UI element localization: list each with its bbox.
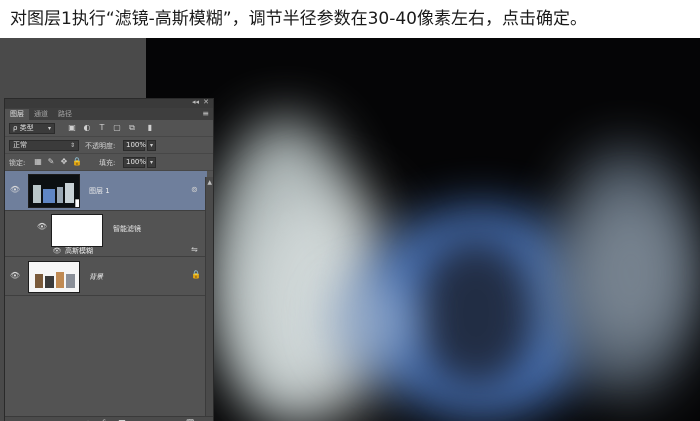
document-canvas[interactable] xyxy=(146,38,700,421)
panel-title-bar[interactable]: ◂◂ ✕ xyxy=(5,98,213,108)
panel-menu-icon[interactable]: ≡ xyxy=(202,109,209,118)
lock-label: 锁定: xyxy=(9,159,26,167)
opacity-dropdown-icon[interactable]: ▾ xyxy=(147,140,156,151)
filter-mask-thumbnail[interactable] xyxy=(51,214,103,247)
layer-row-smart-filters[interactable]: 👁 智能滤镜 👁 高斯模糊 ⇋ xyxy=(5,212,207,257)
filter-row: ρ 类型 ▾ ▣ ◐ T ▢ ⧉ ▮ xyxy=(5,120,213,137)
scroll-up-icon[interactable]: ▲ xyxy=(207,179,212,186)
panel-bottom-toolbar: ⊝ fx ◙ ◑ ▬ ▭ 🗑 xyxy=(5,416,213,421)
chevron-updown-icon: ⇕ xyxy=(69,142,75,149)
type-filter-icon[interactable]: T xyxy=(97,123,107,133)
blurred-shape-dark xyxy=(416,238,536,388)
lock-transparent-icon[interactable]: ▦ xyxy=(33,157,43,167)
photoshop-workspace: ◂◂ ✕ 图层 通道 路径 ≡ ρ 类型 ▾ ▣ ◐ T ▢ ⧉ ▮ 正常 ⇕ xyxy=(0,38,700,421)
lock-icon: 🔒 xyxy=(191,270,201,279)
eye-icon[interactable]: 👁 xyxy=(9,271,21,281)
smart-object-badge-icon: ⊚ xyxy=(191,185,198,194)
gaussian-blur-name[interactable]: 高斯模糊 xyxy=(65,246,93,256)
layer-row-background[interactable]: 👁 背景 🔒 xyxy=(5,258,207,296)
smart-object-filter-icon[interactable]: ⧉ xyxy=(127,123,137,133)
blend-mode-select[interactable]: 正常 ⇕ xyxy=(9,140,79,151)
tab-paths[interactable]: 路径 xyxy=(53,109,77,120)
smart-filters-name[interactable]: 智能滤镜 xyxy=(113,224,141,234)
pixel-filter-icon[interactable]: ▣ xyxy=(67,123,77,133)
layers-panel: ◂◂ ✕ 图层 通道 路径 ≡ ρ 类型 ▾ ▣ ◐ T ▢ ⧉ ▮ 正常 ⇕ xyxy=(4,98,214,421)
opacity-input[interactable]: 100% xyxy=(123,140,146,151)
blurred-shape-right-light xyxy=(576,198,686,348)
adjustment-filter-icon[interactable]: ◐ xyxy=(82,123,92,133)
eye-icon[interactable]: 👁 xyxy=(9,185,21,195)
fill-label: 填充: xyxy=(99,159,116,167)
lock-position-icon[interactable]: ✥ xyxy=(59,157,69,167)
opacity-label: 不透明度: xyxy=(85,142,116,150)
fill-dropdown-icon[interactable]: ▾ xyxy=(147,157,156,168)
fill-input[interactable]: 100% xyxy=(123,157,146,168)
tab-layers[interactable]: 图层 xyxy=(5,109,29,120)
tab-channels[interactable]: 通道 xyxy=(29,109,53,120)
tutorial-caption: 对图层1执行“滤镜-高斯模糊”，调节半径参数在30-40像素左右，点击确定。 xyxy=(0,0,700,38)
close-icon[interactable]: ✕ xyxy=(203,98,209,106)
layer1-thumbnail-art xyxy=(33,183,79,207)
layer1-name[interactable]: 图层 1 xyxy=(89,186,110,196)
layer-row-layer1[interactable]: 👁 图层 1 ⊚ xyxy=(5,171,207,211)
lock-row: 锁定: ▦ ✎ ✥ 🔒 填充: 100% ▾ xyxy=(5,154,213,171)
collapse-icon[interactable]: ◂◂ xyxy=(192,98,199,106)
lock-image-icon[interactable]: ✎ xyxy=(46,157,56,167)
blurred-shape-mid xyxy=(326,278,416,368)
filter-options-icon[interactable]: ⇋ xyxy=(191,245,198,254)
blend-row: 正常 ⇕ 不透明度: 100% ▾ xyxy=(5,137,213,154)
eye-icon[interactable]: 👁 xyxy=(36,222,48,232)
layer1-thumbnail xyxy=(28,174,80,208)
filter-toggle-icon[interactable]: ▮ xyxy=(145,123,155,133)
background-thumbnail-art xyxy=(35,272,75,288)
filter-type-label: ρ 类型 xyxy=(13,124,34,132)
chevron-down-icon: ▾ xyxy=(47,125,51,132)
lock-all-icon[interactable]: 🔒 xyxy=(72,157,82,167)
background-thumbnail xyxy=(28,261,80,293)
background-name[interactable]: 背景 xyxy=(89,272,103,282)
layers-list: 👁 图层 1 ⊚ 👁 智能滤镜 👁 高斯模糊 ⇋ 👁 背景 🔒 xyxy=(5,171,213,421)
blend-mode-label: 正常 xyxy=(13,141,27,149)
filter-type-select[interactable]: ρ 类型 ▾ xyxy=(9,123,55,134)
panel-tabs: 图层 通道 路径 ≡ xyxy=(5,108,213,120)
layers-scrollbar[interactable] xyxy=(205,177,213,421)
shape-filter-icon[interactable]: ▢ xyxy=(112,123,122,133)
eye-icon[interactable]: 👁 xyxy=(51,246,63,256)
